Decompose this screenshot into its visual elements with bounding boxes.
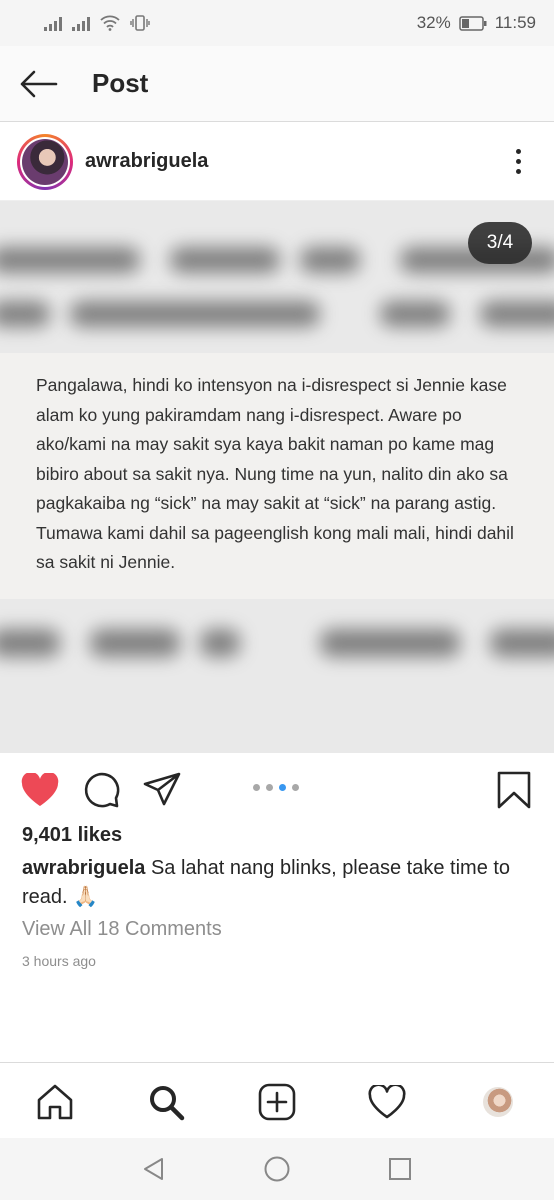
likes-count[interactable]: 9,401 likes xyxy=(22,824,122,847)
post-author-row: awrabriguela xyxy=(0,123,554,201)
home-circle-icon xyxy=(264,1156,290,1182)
battery-icon xyxy=(458,15,487,31)
add-post-icon xyxy=(258,1083,296,1121)
bookmark-icon xyxy=(497,771,531,809)
carousel-dot xyxy=(292,784,299,791)
home-icon xyxy=(37,1084,73,1120)
search-icon xyxy=(150,1086,185,1121)
profile-avatar xyxy=(483,1087,513,1117)
status-bar: 32% 11:59 xyxy=(0,0,554,46)
comment-button[interactable] xyxy=(82,770,122,810)
post-actions xyxy=(0,754,554,824)
arrow-left-icon xyxy=(20,70,58,97)
save-button[interactable] xyxy=(494,770,534,810)
post-timestamp: 3 hours ago xyxy=(22,953,96,969)
signal-icon xyxy=(44,15,62,31)
nav-back-button[interactable] xyxy=(140,1155,168,1183)
comment-icon xyxy=(84,772,120,808)
send-icon xyxy=(143,772,181,806)
tab-profile[interactable] xyxy=(476,1080,520,1124)
post-username[interactable]: awrabriguela xyxy=(85,150,208,173)
wifi-icon xyxy=(100,15,120,31)
activity-heart-icon xyxy=(368,1085,406,1119)
blurred-text-region xyxy=(0,201,554,353)
caption-username[interactable]: awrabriguela xyxy=(22,857,145,879)
post-caption: awrabriguela Sa lahat nang blinks, pleas… xyxy=(22,854,522,912)
more-dot-icon xyxy=(515,149,521,154)
share-button[interactable] xyxy=(142,770,182,810)
back-triangle-icon xyxy=(144,1158,163,1180)
signal-icon xyxy=(72,15,90,31)
carousel-counter: 3/4 xyxy=(468,222,532,264)
tab-home[interactable] xyxy=(33,1080,77,1124)
post-image[interactable]: Pangalawa, hindi ko intensyon na i-disre… xyxy=(0,201,554,753)
back-button[interactable] xyxy=(2,46,74,122)
view-comments-link[interactable]: View All 18 Comments xyxy=(22,918,222,941)
nav-recents-button[interactable] xyxy=(386,1155,414,1183)
like-button[interactable] xyxy=(20,770,60,810)
blurred-text-region xyxy=(0,599,554,753)
carousel-dot-active xyxy=(279,784,286,791)
app-header: Post xyxy=(0,46,554,122)
page-title: Post xyxy=(92,68,149,98)
post-image-text: Pangalawa, hindi ko intensyon na i-disre… xyxy=(0,353,554,599)
carousel-dot xyxy=(253,784,260,791)
clock: 11:59 xyxy=(494,13,536,32)
carousel-indicator xyxy=(253,784,299,791)
tab-activity[interactable] xyxy=(365,1080,409,1124)
bottom-tab-bar xyxy=(0,1062,554,1138)
battery-percentage: 32% xyxy=(416,13,451,32)
vibrate-icon xyxy=(130,15,150,31)
heart-filled-icon xyxy=(21,773,59,806)
tab-new-post[interactable] xyxy=(255,1080,299,1124)
tab-search[interactable] xyxy=(144,1080,188,1124)
more-options-button[interactable] xyxy=(508,142,528,182)
nav-home-button[interactable] xyxy=(263,1155,291,1183)
recents-square-icon xyxy=(389,1158,411,1180)
avatar[interactable] xyxy=(17,133,73,190)
avatar-photo xyxy=(22,138,68,185)
carousel-dot xyxy=(266,784,273,791)
system-nav-bar xyxy=(0,1138,554,1200)
